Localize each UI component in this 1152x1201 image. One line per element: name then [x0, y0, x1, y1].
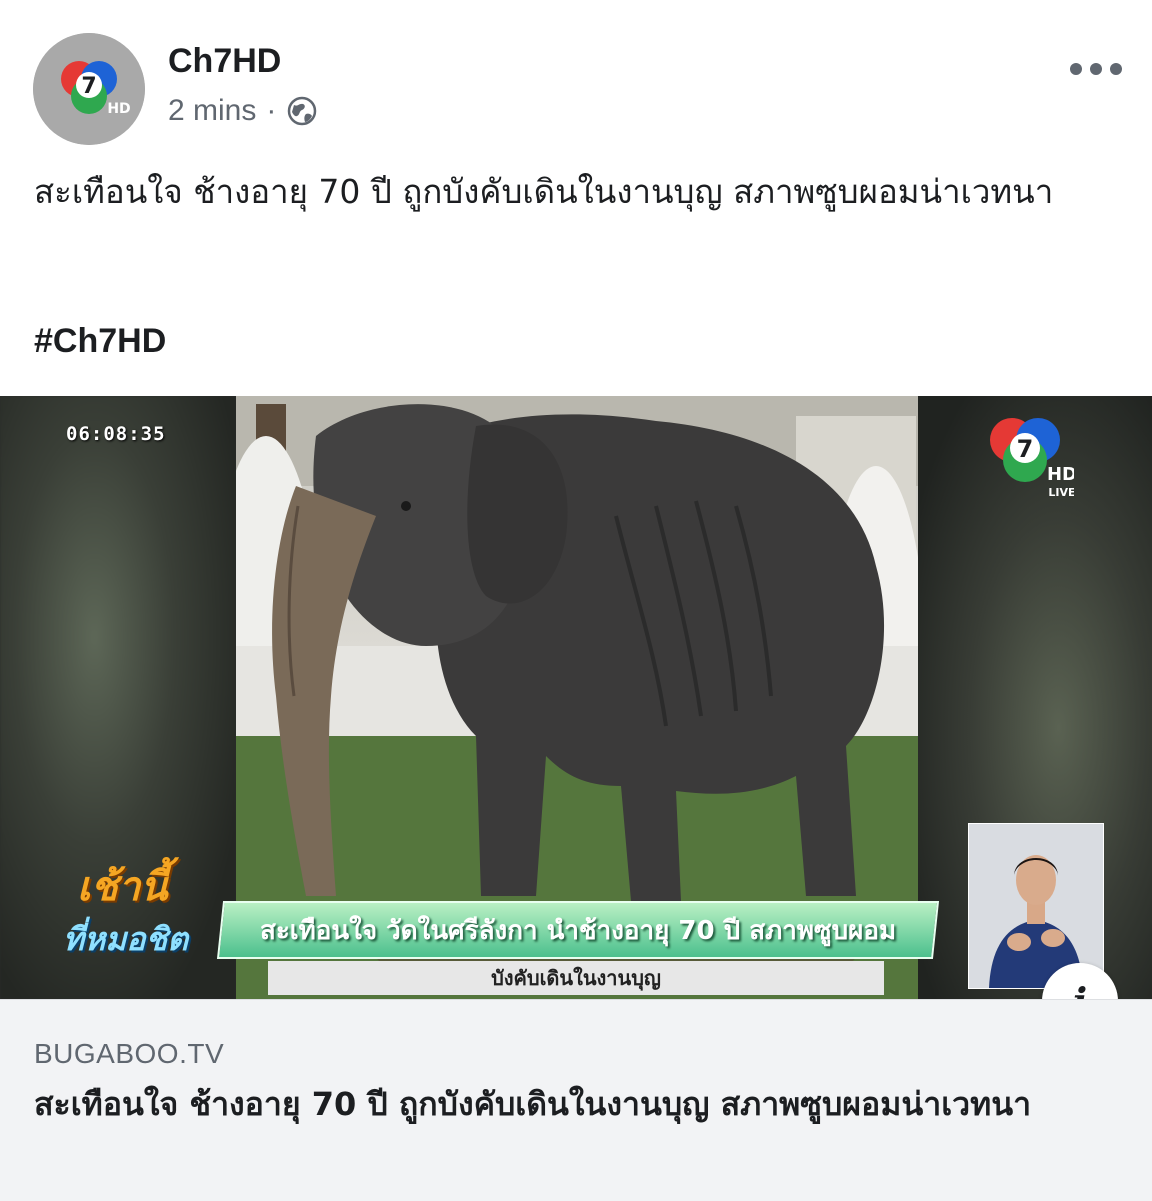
more-dot-icon — [1090, 63, 1102, 75]
news-ticker-subline: บังคับเดินในงานบุญ — [268, 961, 884, 995]
news-ticker: สะเทือนใจ วัดในศรีลังกา นำช้างอายุ 70 ปี… — [216, 901, 940, 959]
link-title[interactable]: สะเทือนใจ ช้างอายุ 70 ปี ถูกบังคับเดินใน… — [34, 1082, 1124, 1127]
ticker-headline: สะเทือนใจ วัดในศรีลังกา นำช้างอายุ 70 ปี… — [259, 915, 897, 946]
more-dot-icon — [1070, 63, 1082, 75]
channel-number: 7 — [1017, 435, 1034, 463]
channel-live-label: LIVE — [1048, 486, 1074, 499]
post-caption: สะเทือนใจ ช้างอายุ 70 ปี ถูกบังคับเดินใน… — [34, 172, 1054, 211]
broadcast-timestamp: 06:08:35 — [66, 423, 166, 445]
ticker-subheadline: บังคับเดินในงานบุญ — [491, 966, 661, 990]
globe-icon[interactable] — [286, 95, 318, 127]
ch7-avatar-logo-icon: 7 HD — [33, 33, 145, 145]
more-options-button[interactable] — [1042, 56, 1122, 82]
hashtag-link[interactable]: #Ch7HD — [34, 322, 166, 361]
show-logo: เช้านี้ ที่หมอชิต — [55, 846, 205, 966]
show-logo-line2: ที่หมอชิต — [63, 920, 188, 958]
more-dot-icon — [1110, 63, 1122, 75]
post-header: 7 HD Ch7HD 2 mins · — [0, 0, 1152, 150]
author-name[interactable]: Ch7HD — [168, 42, 281, 81]
post-media-image[interactable]: 06:08:35 7 HD LIVE เช้านี้ ที่หมอชิต สะเ… — [0, 396, 1152, 999]
post-meta: 2 mins · — [168, 94, 318, 128]
link-domain: BUGABOO.TV — [34, 1038, 225, 1069]
link-preview-card[interactable]: BUGABOO.TV สะเทือนใจ ช้างอายุ 70 ปี ถูกบ… — [0, 999, 1152, 1201]
channel-hd-label: HD — [1047, 464, 1074, 485]
show-logo-line1: เช้านี้ — [77, 864, 168, 910]
meta-separator: · — [266, 94, 277, 127]
svg-text:HD: HD — [107, 101, 130, 117]
channel-7-logo-icon: 7 HD LIVE — [990, 418, 1074, 499]
svg-text:7: 7 — [81, 74, 96, 99]
page-avatar[interactable]: 7 HD — [33, 33, 145, 145]
post-time[interactable]: 2 mins — [168, 94, 256, 128]
